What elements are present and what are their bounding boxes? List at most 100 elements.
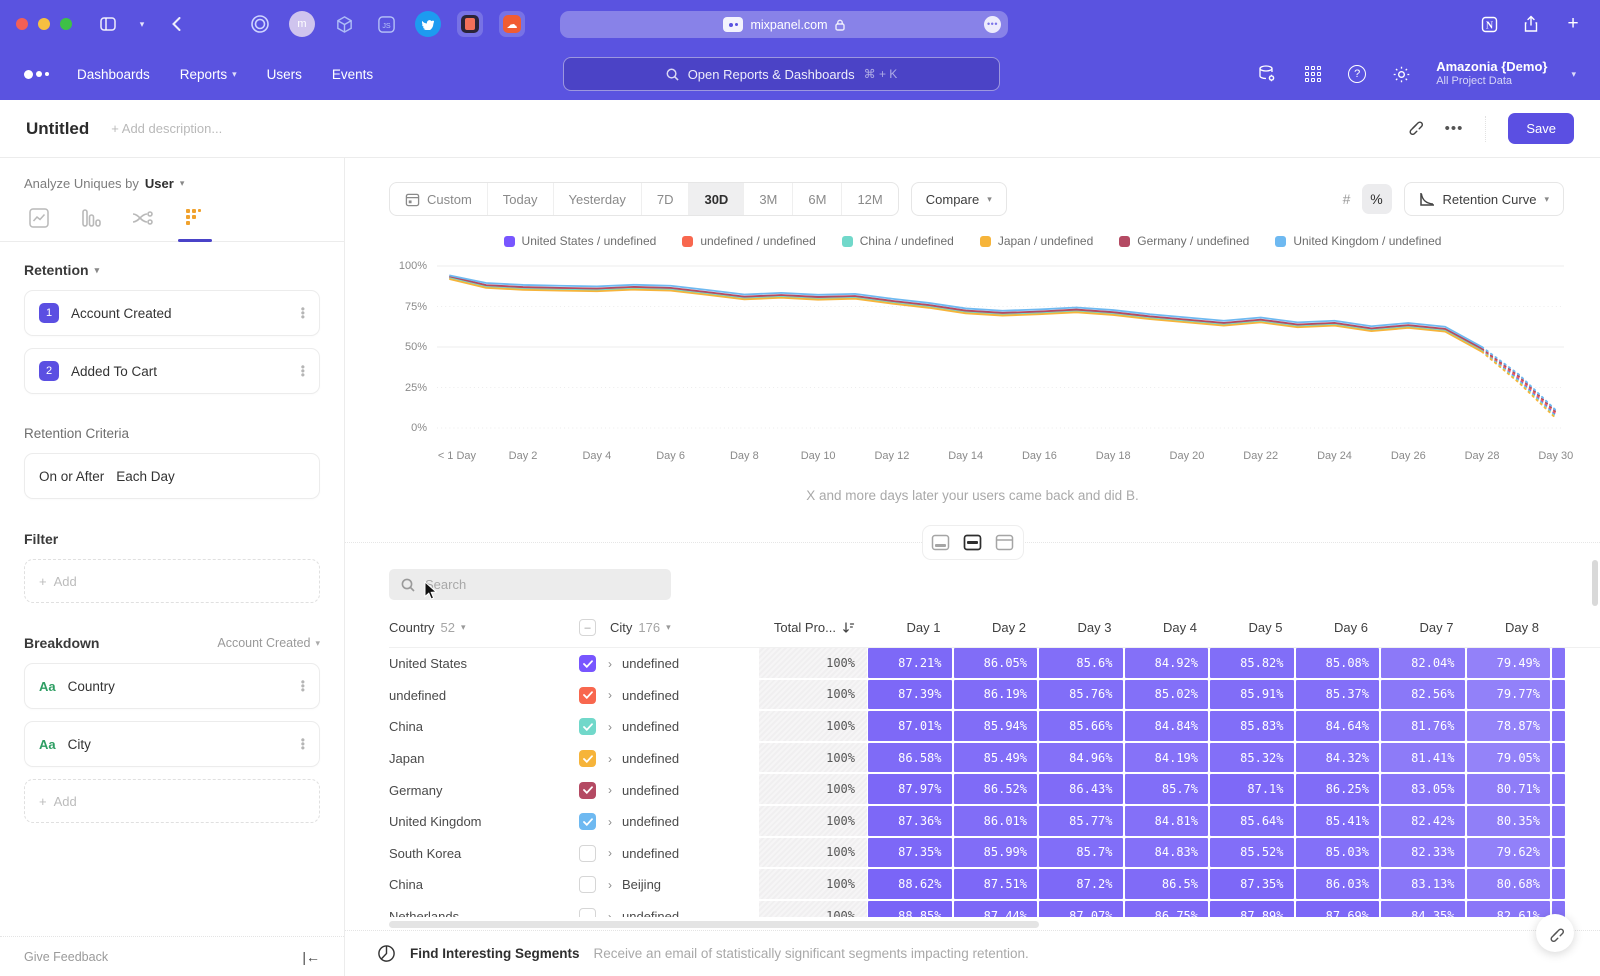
total-column-header[interactable]: Total Pro... <box>759 620 867 635</box>
url-more-icon[interactable]: ••• <box>984 16 1001 33</box>
city-select-all-checkbox[interactable]: – <box>579 619 596 636</box>
breakdown-add-button[interactable]: + Add <box>24 779 320 823</box>
cloud-icon[interactable]: ☁ <box>499 11 525 37</box>
criteria-card[interactable]: On or After Each Day <box>24 453 320 499</box>
js-icon[interactable]: JS <box>373 11 399 37</box>
day-column-header[interactable]: Day 7 <box>1380 620 1466 635</box>
retention-cell[interactable]: 87.44% <box>954 901 1038 917</box>
city-cell[interactable]: ›undefined <box>579 806 759 838</box>
date-range-today[interactable]: Today <box>488 183 554 215</box>
tab-retention[interactable] <box>180 207 210 241</box>
country-cell[interactable]: South Korea <box>389 838 579 870</box>
project-switcher[interactable]: Amazonia {Demo} All Project Data <box>1436 59 1547 89</box>
day-column-header[interactable]: Day 2 <box>953 620 1039 635</box>
expand-chevron-icon[interactable]: › <box>608 688 612 702</box>
retention-cell[interactable]: 86.5% <box>1125 869 1209 899</box>
retention-cell[interactable]: 80.71% <box>1467 774 1551 804</box>
retention-cell[interactable]: 87.36% <box>868 806 952 836</box>
date-range-30d[interactable]: 30D <box>689 183 744 215</box>
nav-item-reports[interactable]: Reports ▾ <box>180 67 237 82</box>
close-window-button[interactable] <box>16 18 28 30</box>
retention-cell[interactable]: 81.41% <box>1381 743 1465 773</box>
retention-cell[interactable]: 85.49% <box>954 743 1038 773</box>
legend-item[interactable]: United Kingdom / undefined <box>1275 234 1441 248</box>
retention-cell[interactable]: 85.37% <box>1296 680 1380 710</box>
retention-cell[interactable]: 82.04% <box>1381 648 1465 678</box>
retention-cell[interactable]: 79.77% <box>1467 680 1551 710</box>
nav-item-events[interactable]: Events <box>332 67 373 82</box>
legend-item[interactable]: China / undefined <box>842 234 954 248</box>
expand-chevron-icon[interactable]: › <box>608 910 612 917</box>
expand-chevron-icon[interactable]: › <box>608 783 612 797</box>
retention-cell[interactable]: 85.77% <box>1039 806 1123 836</box>
retention-cell[interactable]: 85.91% <box>1210 680 1294 710</box>
day-column-header[interactable]: Day 8 <box>1466 620 1552 635</box>
retention-cell[interactable]: 85.7% <box>1125 774 1209 804</box>
save-button[interactable]: Save <box>1508 113 1574 144</box>
retention-cell[interactable]: 82.42% <box>1381 806 1465 836</box>
date-range-6m[interactable]: 6M <box>793 183 842 215</box>
country-cell[interactable]: Netherlands <box>389 901 579 917</box>
expand-chevron-icon[interactable]: › <box>608 815 612 829</box>
retention-cell[interactable]: 84.32% <box>1296 743 1380 773</box>
kebab-menu-icon[interactable]: ••• <box>301 738 305 750</box>
retention-step-2[interactable]: 2Added To Cart ••• <box>24 348 320 394</box>
country-cell[interactable]: undefined <box>389 680 579 712</box>
city-cell[interactable]: ›undefined <box>579 743 759 775</box>
nav-item-dashboards[interactable]: Dashboards <box>77 67 150 82</box>
legend-item[interactable]: Germany / undefined <box>1119 234 1249 248</box>
nav-item-users[interactable]: Users <box>267 67 302 82</box>
minimize-window-button[interactable] <box>38 18 50 30</box>
expand-chevron-icon[interactable]: › <box>608 878 612 892</box>
m-avatar-icon[interactable]: m <box>289 11 315 37</box>
legend-item[interactable]: undefined / undefined <box>682 234 815 248</box>
city-cell[interactable]: ›undefined <box>579 774 759 806</box>
retention-cell[interactable]: 86.75% <box>1125 901 1209 917</box>
row-checkbox-checked[interactable] <box>579 782 596 799</box>
share-icon[interactable] <box>1520 13 1542 35</box>
retention-cell[interactable]: 80.68% <box>1467 869 1551 899</box>
sidebar-toggle-icon[interactable] <box>96 12 120 36</box>
retention-cell[interactable]: 85.94% <box>954 711 1038 741</box>
country-cell[interactable]: Germany <box>389 774 579 806</box>
retention-cell[interactable]: 79.62% <box>1467 838 1551 868</box>
tab-funnels[interactable] <box>76 207 106 241</box>
retention-cell[interactable]: 80.35% <box>1467 806 1551 836</box>
row-checkbox-checked[interactable] <box>579 813 596 830</box>
retention-cell[interactable]: 83.05% <box>1381 774 1465 804</box>
tab-flows[interactable] <box>128 207 158 241</box>
retention-cell[interactable]: 81.76% <box>1381 711 1465 741</box>
row-checkbox-checked[interactable] <box>579 718 596 735</box>
new-tab-icon[interactable]: + <box>1562 13 1584 35</box>
retention-cell[interactable]: 87.01% <box>868 711 952 741</box>
expand-chevron-icon[interactable]: › <box>608 720 612 734</box>
expand-chevron-icon[interactable]: › <box>608 657 612 671</box>
retention-cell[interactable]: 88.85% <box>868 901 952 917</box>
retention-cell[interactable]: 84.81% <box>1125 806 1209 836</box>
retention-cell[interactable]: 85.83% <box>1210 711 1294 741</box>
retention-cell[interactable]: 85.64% <box>1210 806 1294 836</box>
day-column-header[interactable]: Day 4 <box>1124 620 1210 635</box>
date-range-custom[interactable]: Custom <box>390 183 488 215</box>
expand-chevron-icon[interactable]: › <box>608 752 612 766</box>
url-bar[interactable]: mixpanel.com ••• <box>560 11 1008 38</box>
breakdown-context-selector[interactable]: Account Created ▾ <box>217 636 320 650</box>
give-feedback-link[interactable]: Give Feedback <box>24 950 108 964</box>
breakdown-item-country[interactable]: AaCountry ••• <box>24 663 320 709</box>
retention-cell[interactable]: 87.89% <box>1210 901 1294 917</box>
segments-title[interactable]: Find Interesting Segments <box>410 946 580 961</box>
retention-cell[interactable]: 86.03% <box>1296 869 1380 899</box>
country-cell[interactable]: China <box>389 711 579 743</box>
retention-cell[interactable]: 82.56% <box>1381 680 1465 710</box>
retention-cell[interactable]: 85.7% <box>1039 838 1123 868</box>
cube-icon[interactable] <box>331 11 357 37</box>
retention-cell[interactable]: 87.1% <box>1210 774 1294 804</box>
retention-cell[interactable]: 79.49% <box>1467 648 1551 678</box>
retention-cell[interactable]: 79.05% <box>1467 743 1551 773</box>
legend-item[interactable]: Japan / undefined <box>980 234 1093 248</box>
retention-cell[interactable]: 86.25% <box>1296 774 1380 804</box>
retention-cell[interactable]: 85.82% <box>1210 648 1294 678</box>
tab-insights[interactable] <box>24 207 54 241</box>
day-column-header[interactable]: Day 5 <box>1209 620 1295 635</box>
retention-cell[interactable]: 85.52% <box>1210 838 1294 868</box>
